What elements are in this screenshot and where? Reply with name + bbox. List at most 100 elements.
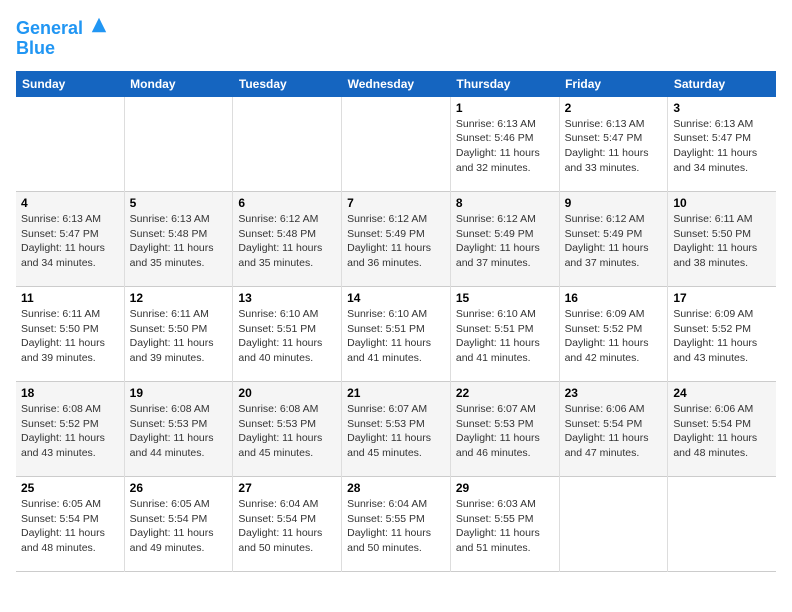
day-info: Sunrise: 6:07 AM Sunset: 5:53 PM Dayligh… [456, 402, 554, 461]
day-number: 25 [21, 481, 119, 495]
day-number: 1 [456, 101, 554, 115]
day-info: Sunrise: 6:04 AM Sunset: 5:55 PM Dayligh… [347, 497, 445, 556]
calendar-cell: 18Sunrise: 6:08 AM Sunset: 5:52 PM Dayli… [16, 382, 124, 477]
calendar-cell [559, 477, 668, 572]
day-number: 15 [456, 291, 554, 305]
day-number: 29 [456, 481, 554, 495]
day-info: Sunrise: 6:06 AM Sunset: 5:54 PM Dayligh… [673, 402, 771, 461]
calendar-cell: 1Sunrise: 6:13 AM Sunset: 5:46 PM Daylig… [450, 97, 559, 192]
day-number: 21 [347, 386, 445, 400]
calendar-header-row: SundayMondayTuesdayWednesdayThursdayFrid… [16, 71, 776, 97]
week-row-2: 4 Sunrise: 6:13 AM Sunset: 5:47 PM Daylig… [16, 192, 776, 287]
day-number: 4 [21, 196, 119, 210]
calendar-cell: 22 Sunrise: 6:07 AM Sunset: 5:53 PM Dayli… [450, 382, 559, 477]
calendar-cell: 23 Sunrise: 6:06 AM Sunset: 5:54 PM Dayli… [559, 382, 668, 477]
calendar-cell: 26Sunrise: 6:05 AM Sunset: 5:54 PM Dayli… [124, 477, 233, 572]
calendar-cell: 8 Sunrise: 6:12 AM Sunset: 5:49 PM Daylig… [450, 192, 559, 287]
week-row-1: 1Sunrise: 6:13 AM Sunset: 5:46 PM Daylig… [16, 97, 776, 192]
header-sunday: Sunday [16, 71, 124, 97]
day-info: Sunrise: 6:11 AM Sunset: 5:50 PM Dayligh… [130, 307, 228, 366]
calendar-cell: 16 Sunrise: 6:09 AM Sunset: 5:52 PM Dayli… [559, 287, 668, 382]
calendar-cell: 3 Sunrise: 6:13 AM Sunset: 5:47 PM Daylig… [668, 97, 776, 192]
calendar-cell: 13 Sunrise: 6:10 AM Sunset: 5:51 PM Dayli… [233, 287, 342, 382]
calendar-cell: 6Sunrise: 6:12 AM Sunset: 5:48 PM Daylig… [233, 192, 342, 287]
calendar-cell: 24 Sunrise: 6:06 AM Sunset: 5:54 PM Dayli… [668, 382, 776, 477]
calendar-cell: 25 Sunrise: 6:05 AM Sunset: 5:54 PM Dayli… [16, 477, 124, 572]
calendar-cell [233, 97, 342, 192]
calendar-cell: 2 Sunrise: 6:13 AM Sunset: 5:47 PM Daylig… [559, 97, 668, 192]
calendar-cell: 15Sunrise: 6:10 AM Sunset: 5:51 PM Dayli… [450, 287, 559, 382]
day-info: Sunrise: 6:10 AM Sunset: 5:51 PM Dayligh… [238, 307, 336, 366]
calendar-cell [668, 477, 776, 572]
calendar-cell: 5 Sunrise: 6:13 AM Sunset: 5:48 PM Daylig… [124, 192, 233, 287]
day-number: 8 [456, 196, 554, 210]
day-number: 24 [673, 386, 771, 400]
week-row-5: 25 Sunrise: 6:05 AM Sunset: 5:54 PM Dayli… [16, 477, 776, 572]
header-tuesday: Tuesday [233, 71, 342, 97]
day-number: 23 [565, 386, 663, 400]
week-row-3: 11 Sunrise: 6:11 AM Sunset: 5:50 PM Dayli… [16, 287, 776, 382]
day-number: 3 [673, 101, 771, 115]
day-info: Sunrise: 6:03 AM Sunset: 5:55 PM Dayligh… [456, 497, 554, 556]
day-info: Sunrise: 6:12 AM Sunset: 5:49 PM Dayligh… [347, 212, 445, 271]
day-info: Sunrise: 6:06 AM Sunset: 5:54 PM Dayligh… [565, 402, 663, 461]
calendar-cell: 19Sunrise: 6:08 AM Sunset: 5:53 PM Dayli… [124, 382, 233, 477]
day-number: 14 [347, 291, 445, 305]
day-number: 20 [238, 386, 336, 400]
calendar-cell: 11 Sunrise: 6:11 AM Sunset: 5:50 PM Dayli… [16, 287, 124, 382]
header-friday: Friday [559, 71, 668, 97]
logo-blue: Blue [16, 39, 108, 59]
calendar-cell [342, 97, 451, 192]
calendar-cell: 7 Sunrise: 6:12 AM Sunset: 5:49 PM Daylig… [342, 192, 451, 287]
day-info: Sunrise: 6:13 AM Sunset: 5:48 PM Dayligh… [130, 212, 228, 271]
calendar-cell: 14 Sunrise: 6:10 AM Sunset: 5:51 PM Dayli… [342, 287, 451, 382]
day-number: 16 [565, 291, 663, 305]
day-info: Sunrise: 6:13 AM Sunset: 5:47 PM Dayligh… [21, 212, 119, 271]
day-info: Sunrise: 6:04 AM Sunset: 5:54 PM Dayligh… [238, 497, 336, 556]
calendar-cell: 4 Sunrise: 6:13 AM Sunset: 5:47 PM Daylig… [16, 192, 124, 287]
day-info: Sunrise: 6:12 AM Sunset: 5:49 PM Dayligh… [565, 212, 663, 271]
day-info: Sunrise: 6:13 AM Sunset: 5:47 PM Dayligh… [673, 117, 771, 176]
calendar-table: SundayMondayTuesdayWednesdayThursdayFrid… [16, 71, 776, 573]
logo-text: General [16, 16, 108, 39]
day-number: 5 [130, 196, 228, 210]
day-info: Sunrise: 6:13 AM Sunset: 5:47 PM Dayligh… [565, 117, 663, 176]
calendar-cell [16, 97, 124, 192]
day-info: Sunrise: 6:11 AM Sunset: 5:50 PM Dayligh… [673, 212, 771, 271]
day-number: 11 [21, 291, 119, 305]
logo-general: General [16, 18, 83, 38]
header-thursday: Thursday [450, 71, 559, 97]
day-number: 7 [347, 196, 445, 210]
logo-icon [90, 16, 108, 34]
day-info: Sunrise: 6:12 AM Sunset: 5:48 PM Dayligh… [238, 212, 336, 271]
day-info: Sunrise: 6:09 AM Sunset: 5:52 PM Dayligh… [673, 307, 771, 366]
day-number: 2 [565, 101, 663, 115]
calendar-cell: 21 Sunrise: 6:07 AM Sunset: 5:53 PM Dayli… [342, 382, 451, 477]
day-info: Sunrise: 6:11 AM Sunset: 5:50 PM Dayligh… [21, 307, 119, 366]
day-number: 13 [238, 291, 336, 305]
day-number: 19 [130, 386, 228, 400]
day-number: 10 [673, 196, 771, 210]
day-info: Sunrise: 6:10 AM Sunset: 5:51 PM Dayligh… [347, 307, 445, 366]
header-monday: Monday [124, 71, 233, 97]
day-info: Sunrise: 6:05 AM Sunset: 5:54 PM Dayligh… [130, 497, 228, 556]
calendar-cell: 12 Sunrise: 6:11 AM Sunset: 5:50 PM Dayli… [124, 287, 233, 382]
calendar-cell: 20 Sunrise: 6:08 AM Sunset: 5:53 PM Dayli… [233, 382, 342, 477]
day-info: Sunrise: 6:05 AM Sunset: 5:54 PM Dayligh… [21, 497, 119, 556]
day-number: 9 [565, 196, 663, 210]
day-number: 22 [456, 386, 554, 400]
calendar-cell: 29 Sunrise: 6:03 AM Sunset: 5:55 PM Dayli… [450, 477, 559, 572]
calendar-cell: 10 Sunrise: 6:11 AM Sunset: 5:50 PM Dayli… [668, 192, 776, 287]
day-info: Sunrise: 6:07 AM Sunset: 5:53 PM Dayligh… [347, 402, 445, 461]
day-number: 28 [347, 481, 445, 495]
calendar-cell: 9 Sunrise: 6:12 AM Sunset: 5:49 PM Daylig… [559, 192, 668, 287]
day-info: Sunrise: 6:08 AM Sunset: 5:53 PM Dayligh… [238, 402, 336, 461]
header-saturday: Saturday [668, 71, 776, 97]
calendar-cell: 28 Sunrise: 6:04 AM Sunset: 5:55 PM Dayli… [342, 477, 451, 572]
day-info: Sunrise: 6:09 AM Sunset: 5:52 PM Dayligh… [565, 307, 663, 366]
week-row-4: 18Sunrise: 6:08 AM Sunset: 5:52 PM Dayli… [16, 382, 776, 477]
calendar-cell [124, 97, 233, 192]
day-number: 12 [130, 291, 228, 305]
day-info: Sunrise: 6:12 AM Sunset: 5:49 PM Dayligh… [456, 212, 554, 271]
calendar-cell: 27Sunrise: 6:04 AM Sunset: 5:54 PM Dayli… [233, 477, 342, 572]
